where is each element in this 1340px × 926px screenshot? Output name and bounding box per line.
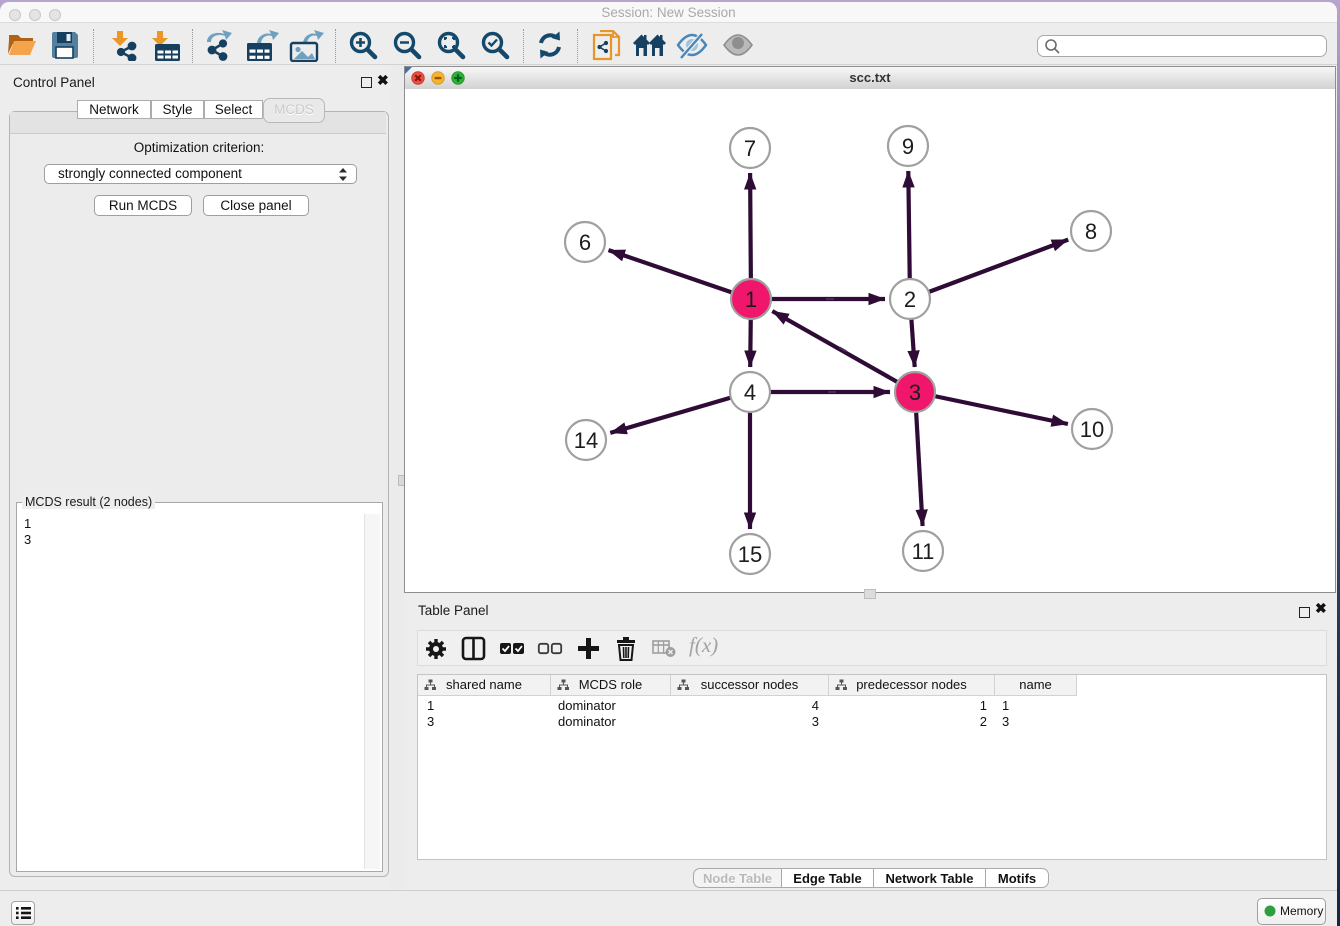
svg-text:11: 11 [912, 539, 935, 564]
svg-text:1: 1 [745, 287, 757, 312]
svg-text:2: 2 [904, 287, 916, 312]
svg-text:8: 8 [1085, 219, 1097, 244]
svg-text:14: 14 [574, 428, 598, 453]
svg-text:4: 4 [744, 380, 756, 405]
svg-text:3: 3 [909, 380, 921, 405]
svg-text:7: 7 [744, 136, 756, 161]
svg-text:10: 10 [1080, 417, 1104, 442]
svg-text:9: 9 [902, 134, 914, 159]
svg-text:6: 6 [579, 230, 591, 255]
svg-text:15: 15 [738, 542, 762, 567]
